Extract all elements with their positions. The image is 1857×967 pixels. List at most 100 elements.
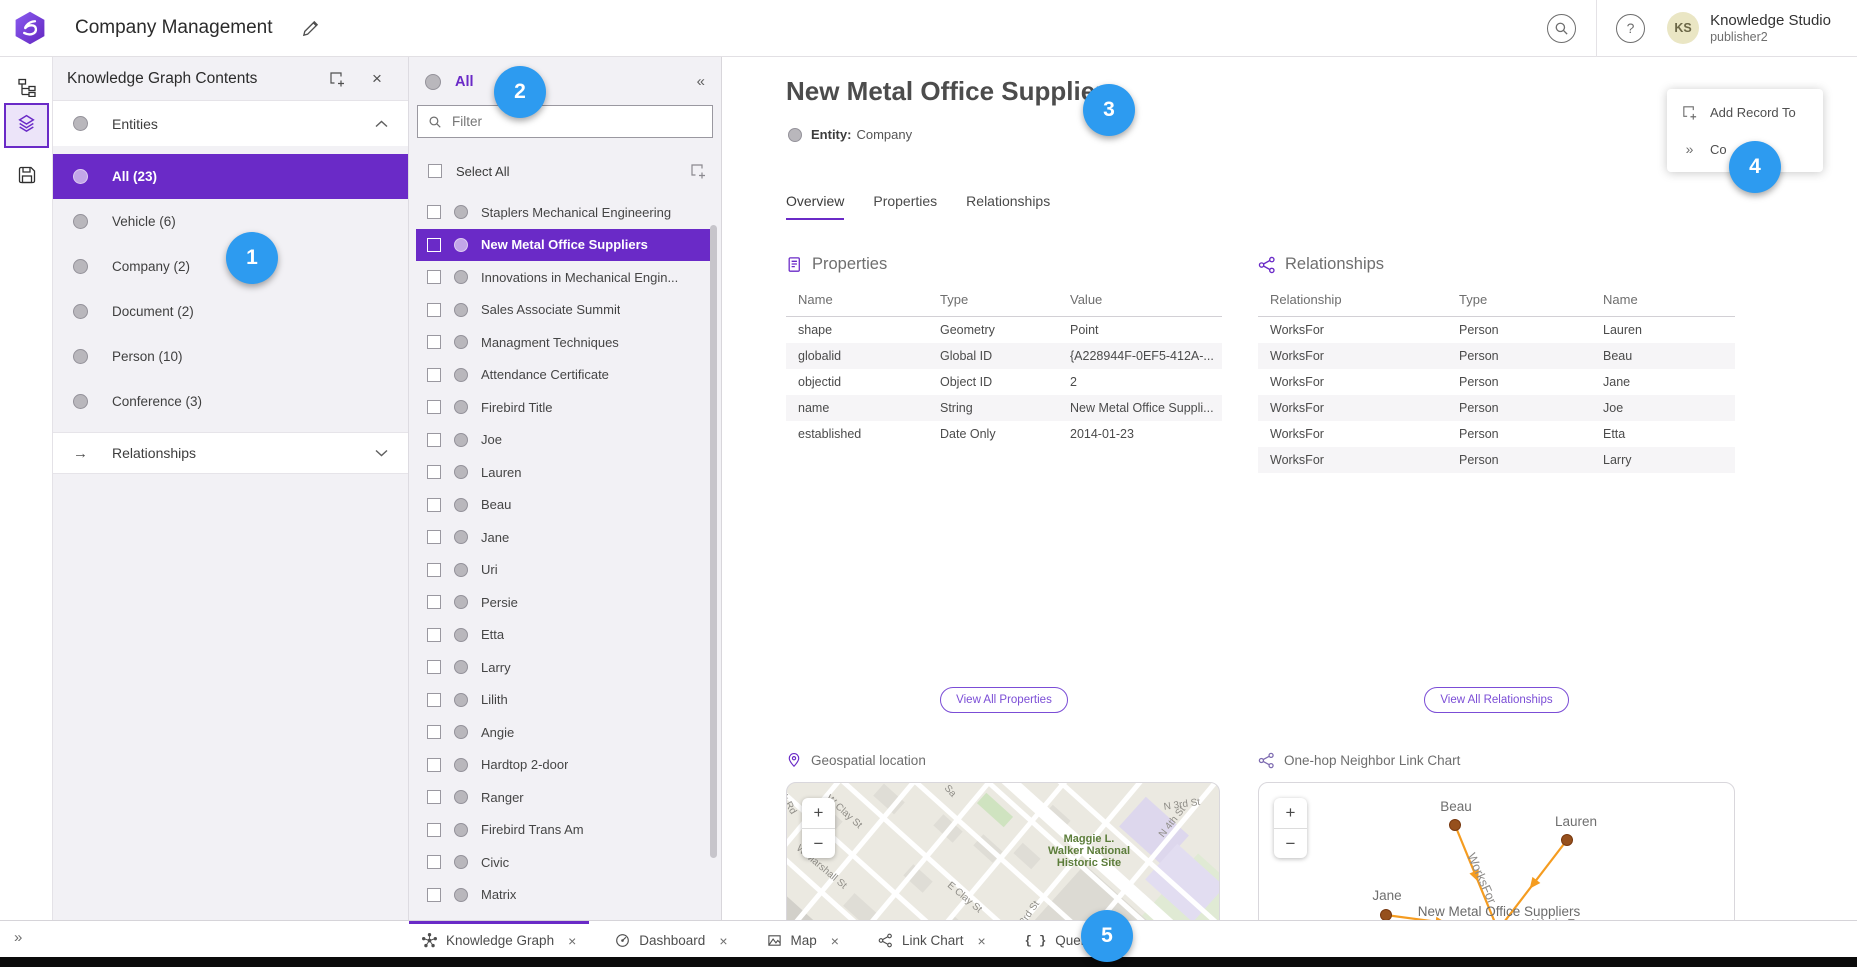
close-icon[interactable]: ×	[568, 933, 576, 949]
item-checkbox[interactable]	[427, 530, 441, 544]
item-checkbox[interactable]	[427, 433, 441, 447]
link-cell[interactable]: Etta	[1591, 421, 1735, 447]
item-checkbox[interactable]	[427, 563, 441, 577]
link-cell[interactable]: WorksFor	[1258, 395, 1447, 421]
record-list-item[interactable]: Firebird Title	[416, 391, 715, 424]
geospatial-map[interactable]: k RdW Clay StSaMaggie L. Walker National…	[786, 782, 1220, 920]
record-list-item[interactable]: Persie	[416, 586, 715, 619]
item-checkbox[interactable]	[427, 238, 441, 252]
record-list-item[interactable]: Ranger	[416, 781, 715, 814]
record-list-item[interactable]: Angie	[416, 716, 715, 749]
link-cell[interactable]: WorksFor	[1258, 317, 1447, 344]
item-checkbox[interactable]	[427, 693, 441, 707]
add-record-icon[interactable]	[326, 68, 348, 90]
item-checkbox[interactable]	[427, 888, 441, 902]
item-checkbox[interactable]	[427, 660, 441, 674]
record-list-item[interactable]: Larry	[416, 651, 715, 684]
sidebar-item-contents[interactable]	[4, 103, 49, 148]
tab-link-chart[interactable]: Link Chart ×	[865, 921, 999, 957]
entity-type-row[interactable]: Conference (3)	[53, 379, 408, 424]
item-checkbox[interactable]	[427, 400, 441, 414]
link-cell[interactable]: Jane	[1591, 369, 1735, 395]
item-checkbox[interactable]	[427, 368, 441, 382]
zoom-out-button[interactable]: −	[1274, 828, 1307, 858]
edit-title-icon[interactable]	[299, 16, 323, 40]
item-checkbox[interactable]	[427, 498, 441, 512]
item-checkbox[interactable]	[427, 205, 441, 219]
link-cell[interactable]: Beau	[1591, 343, 1735, 369]
close-icon[interactable]: ×	[366, 68, 388, 90]
record-list-item[interactable]: Matrix	[416, 879, 715, 912]
entity-type-radio[interactable]	[73, 304, 88, 319]
view-all-relationships-button[interactable]: View All Relationships	[1424, 687, 1568, 713]
record-list-item[interactable]: Sales Associate Summit	[416, 294, 715, 327]
link-cell[interactable]: WorksFor	[1258, 369, 1447, 395]
item-checkbox[interactable]	[427, 270, 441, 284]
filter-input[interactable]	[452, 114, 702, 129]
entity-type-row[interactable]: Document (2)	[53, 289, 408, 334]
close-icon[interactable]: ×	[977, 933, 985, 949]
record-list-item[interactable]: Joe	[416, 424, 715, 457]
avatar[interactable]: KS	[1667, 12, 1699, 44]
record-list-item[interactable]: Lilith	[416, 684, 715, 717]
item-checkbox[interactable]	[427, 303, 441, 317]
entity-type-row[interactable]: All (23)	[53, 154, 408, 199]
search-icon[interactable]	[1547, 14, 1576, 43]
all-radio[interactable]	[425, 74, 441, 90]
tab-properties[interactable]: Properties	[873, 193, 937, 220]
link-cell[interactable]: Larry	[1591, 447, 1735, 473]
menu-item-add-record-to[interactable]: Add Record To	[1667, 94, 1823, 131]
item-checkbox[interactable]	[427, 758, 441, 772]
entities-section-header[interactable]: Entities	[53, 101, 408, 146]
record-list-item[interactable]: Firebird Trans Am	[416, 814, 715, 847]
item-checkbox[interactable]	[427, 335, 441, 349]
record-list-item[interactable]: New Metal Office Suppliers	[416, 229, 715, 262]
select-all-checkbox[interactable]	[428, 164, 442, 178]
record-list-item[interactable]: Lauren	[416, 456, 715, 489]
record-list-item[interactable]: Beau	[416, 489, 715, 522]
record-list-item[interactable]: Etta	[416, 619, 715, 652]
entity-type-radio[interactable]	[73, 214, 88, 229]
chevron-down-icon[interactable]	[375, 444, 388, 462]
record-list-item[interactable]: Attendance Certificate	[416, 359, 715, 392]
one-hop-link-chart[interactable]: WorksForWorksForWorksForWorksForBeauLaur…	[1258, 782, 1735, 920]
zoom-in-button[interactable]: +	[802, 798, 835, 828]
entities-radio[interactable]	[73, 116, 88, 131]
add-record-icon[interactable]	[687, 160, 709, 182]
collapse-panel-icon[interactable]: «	[697, 73, 705, 90]
item-checkbox[interactable]	[427, 725, 441, 739]
view-all-properties-button[interactable]: View All Properties	[940, 687, 1068, 713]
item-checkbox[interactable]	[427, 790, 441, 804]
tab-knowledge-graph[interactable]: Knowledge Graph ×	[409, 921, 589, 957]
entity-type-radio[interactable]	[73, 259, 88, 274]
item-checkbox[interactable]	[427, 628, 441, 642]
tab-overview[interactable]: Overview	[786, 193, 844, 220]
relationships-section-header[interactable]: → Relationships	[53, 432, 408, 474]
user-menu[interactable]: Knowledge Studio publisher2	[1710, 12, 1857, 45]
help-icon[interactable]: ?	[1616, 14, 1645, 43]
zoom-out-button[interactable]: −	[802, 828, 835, 858]
chevron-up-icon[interactable]	[375, 115, 388, 133]
record-list-item[interactable]: Hardtop 2-door	[416, 749, 715, 782]
entity-type-radio[interactable]	[73, 349, 88, 364]
scrollbar[interactable]	[710, 225, 717, 858]
close-icon[interactable]: ×	[831, 933, 839, 949]
tab-map[interactable]: Map ×	[754, 921, 852, 957]
record-list-item[interactable]: Jane	[416, 521, 715, 554]
app-logo-icon[interactable]	[12, 10, 48, 46]
link-cell[interactable]: WorksFor	[1258, 343, 1447, 369]
record-list-item[interactable]: Uri	[416, 554, 715, 587]
entity-type-radio[interactable]	[73, 169, 88, 184]
link-cell[interactable]: WorksFor	[1258, 447, 1447, 473]
entity-type-row[interactable]: Vehicle (6)	[53, 199, 408, 244]
item-checkbox[interactable]	[427, 465, 441, 479]
sidebar-item-save[interactable]	[4, 155, 49, 200]
record-list-item[interactable]: Managment Techniques	[416, 326, 715, 359]
item-checkbox[interactable]	[427, 855, 441, 869]
record-list-item[interactable]: Staplers Mechanical Engineering	[416, 196, 715, 229]
record-list-item[interactable]: Civic	[416, 846, 715, 879]
tab-dashboard[interactable]: Dashboard ×	[602, 921, 740, 957]
expand-panel-icon[interactable]: »	[14, 929, 22, 946]
link-cell[interactable]: Joe	[1591, 395, 1735, 421]
zoom-in-button[interactable]: +	[1274, 798, 1307, 828]
